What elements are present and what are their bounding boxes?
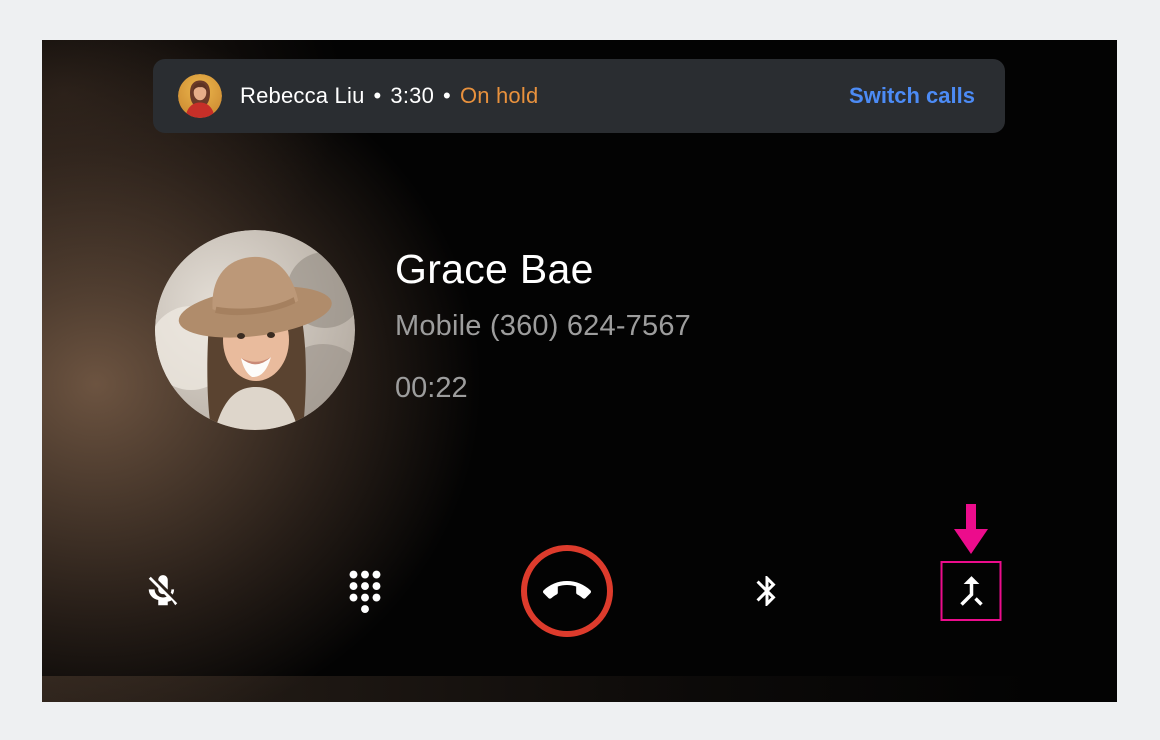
- bluetooth-icon: [749, 571, 785, 611]
- banner-separator: •: [443, 83, 451, 109]
- call-end-icon: [543, 567, 591, 615]
- on-hold-call-banner: Rebecca Liu • 3:30 • On hold Switch call…: [153, 59, 1005, 133]
- mic-off-icon: [144, 572, 182, 610]
- banner-caller-name: Rebecca Liu: [240, 83, 365, 109]
- banner-caller-line: Rebecca Liu • 3:30 • On hold: [240, 83, 538, 109]
- call-merge-icon: [950, 570, 992, 612]
- dialpad-button[interactable]: [345, 568, 385, 614]
- banner-hold-status: On hold: [460, 83, 538, 109]
- call-duration: 00:22: [395, 372, 468, 405]
- merge-calls-button[interactable]: [941, 561, 1002, 621]
- contact-phone-number: Mobile (360) 624-7567: [395, 310, 691, 343]
- switch-calls-button[interactable]: Switch calls: [849, 83, 975, 109]
- mute-button[interactable]: [144, 572, 182, 610]
- annotation-down-arrow: [953, 504, 989, 561]
- banner-separator: •: [374, 83, 382, 109]
- dialpad-icon: [345, 568, 385, 614]
- in-call-screen: Rebecca Liu • 3:30 • On hold Switch call…: [42, 40, 1117, 702]
- caller-avatar: [178, 74, 222, 118]
- bluetooth-button[interactable]: [749, 571, 785, 611]
- end-call-button[interactable]: [521, 545, 613, 637]
- contact-name: Grace Bae: [395, 246, 594, 293]
- contact-photo: [155, 230, 355, 430]
- banner-call-time: 3:30: [390, 83, 434, 109]
